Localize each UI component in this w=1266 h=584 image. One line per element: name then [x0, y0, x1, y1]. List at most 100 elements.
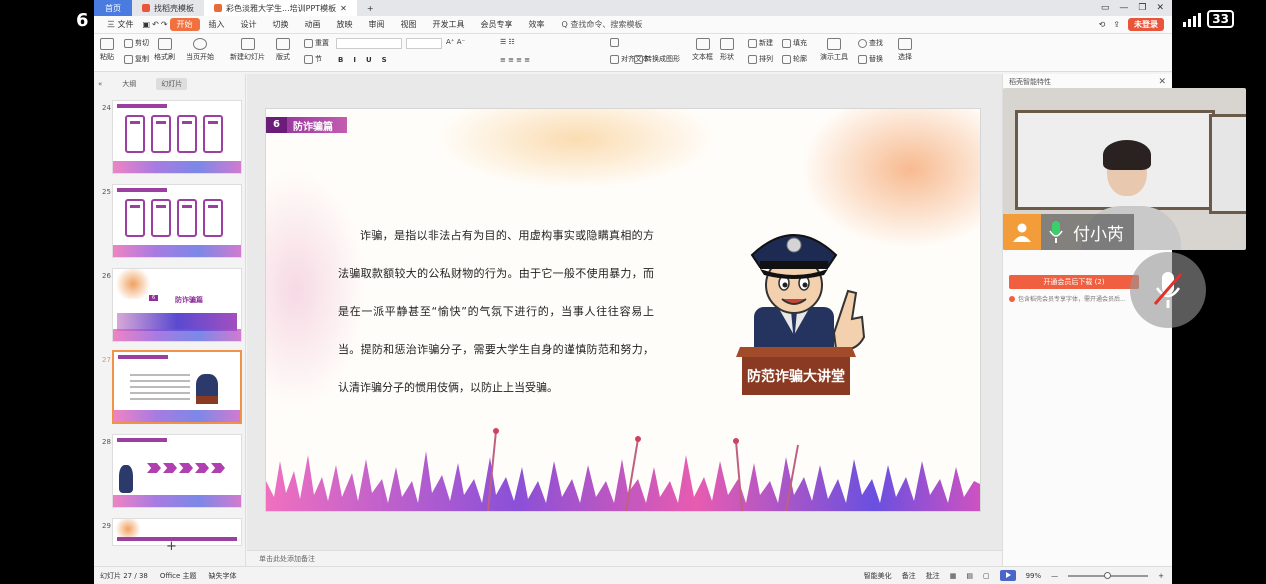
- text-direction-button[interactable]: [610, 38, 619, 47]
- missing-font-button[interactable]: 缺失字体: [209, 571, 237, 581]
- font-size-field[interactable]: [406, 38, 442, 49]
- font-grow-icon[interactable]: A⁺ A⁻: [446, 38, 465, 46]
- comments-toggle[interactable]: 批注: [926, 571, 940, 581]
- section-button[interactable]: 节: [304, 54, 322, 64]
- slide-number: 29: [102, 522, 111, 530]
- menu-home[interactable]: 开始: [169, 18, 200, 31]
- slide-canvas[interactable]: 6 防诈骗篇 诈骗，是指以非法占有为目的、用虚构事实或隐瞒真相的方法骗取款额较大…: [265, 108, 981, 512]
- outline-button[interactable]: 轮廓: [782, 54, 807, 64]
- menu-file[interactable]: 三 文件: [100, 18, 141, 31]
- login-button[interactable]: 未登录: [1128, 18, 1164, 31]
- zoom-slider[interactable]: [1068, 571, 1149, 579]
- mute-microphone-button[interactable]: [1130, 252, 1206, 328]
- smart-beautify-button[interactable]: 智能美化: [864, 571, 892, 581]
- zoom-slider-thumb[interactable]: [1104, 571, 1112, 579]
- new-icon: [748, 38, 757, 48]
- slide-thumbnail-26[interactable]: 6 防诈骗篇: [112, 268, 242, 342]
- font-size-input[interactable]: [406, 38, 442, 49]
- font-name-input[interactable]: [336, 38, 402, 49]
- undo-icon[interactable]: ↶: [152, 20, 159, 29]
- panel-close-icon[interactable]: ✕: [1158, 77, 1166, 87]
- slideshow-play-icon[interactable]: [999, 570, 1016, 581]
- slide-thumbnail-27[interactable]: [112, 350, 242, 424]
- select-button[interactable]: 选择: [898, 38, 912, 62]
- tab-slides[interactable]: 幻灯片: [156, 78, 188, 90]
- layout-icon[interactable]: ▭: [1101, 3, 1110, 13]
- sorter-view-icon[interactable]: ▤: [966, 572, 973, 580]
- notes-bar[interactable]: 单击此处添加备注: [247, 550, 1002, 566]
- save-icon[interactable]: ▣: [143, 20, 151, 29]
- minimize-icon[interactable]: —: [1119, 3, 1128, 13]
- maximize-icon[interactable]: ❐: [1138, 3, 1146, 13]
- menu-efficiency[interactable]: 效率: [522, 18, 552, 31]
- play-current-button[interactable]: 当页开始: [186, 38, 214, 62]
- zoom-in-icon[interactable]: +: [1158, 572, 1164, 580]
- share-icon[interactable]: ⇪: [1113, 20, 1120, 29]
- cut-button[interactable]: 剪切: [124, 38, 149, 48]
- replace-button[interactable]: 替换: [858, 54, 883, 64]
- thumb-card: [125, 199, 145, 237]
- slide-thumbnail-24[interactable]: [112, 100, 242, 174]
- slide-thumbnail-28[interactable]: [112, 434, 242, 508]
- presenter-icon: [827, 38, 841, 50]
- presenter-button[interactable]: 演示工具: [820, 38, 848, 62]
- new-slide-button[interactable]: 新建幻灯片: [230, 38, 265, 62]
- menu-transition[interactable]: 切换: [266, 18, 296, 31]
- select-label: 选择: [898, 53, 912, 61]
- tab-home[interactable]: 首页: [94, 0, 132, 16]
- tab-document[interactable]: 彩色淡雅大学生...培训PPT模板 ✕: [204, 0, 357, 16]
- copy-button[interactable]: 复制: [124, 54, 149, 64]
- grass-decoration: [266, 428, 980, 511]
- redo-icon[interactable]: ↷: [161, 20, 168, 29]
- menu-view[interactable]: 视图: [394, 18, 424, 31]
- status-right: 智能美化 备注 批注 ▦ ▤ ▢ 99% — +: [864, 570, 1172, 581]
- command-search[interactable]: Q 查找命令、搜索模板: [562, 19, 643, 30]
- slide-body-text[interactable]: 诈骗，是指以非法占有为目的、用虚构事实或隐瞒真相的方法骗取款额较大的公私财物的行…: [338, 217, 654, 407]
- text-format-row[interactable]: BIUS: [338, 56, 397, 64]
- window-close-icon[interactable]: ✕: [1156, 3, 1164, 13]
- reading-view-icon[interactable]: ▢: [983, 572, 990, 580]
- arrange-button[interactable]: 排列: [748, 54, 773, 64]
- reset-button[interactable]: 重置: [304, 38, 329, 48]
- align-icons[interactable]: ≡ ≡ ≡ ≡: [500, 56, 530, 64]
- zoom-out-icon[interactable]: —: [1051, 572, 1058, 580]
- format-painter-button[interactable]: 格式刷: [154, 38, 175, 62]
- list-bullets-icon[interactable]: ☰ ☷: [500, 38, 515, 46]
- member-download-button[interactable]: 开通会员后下载 (2): [1009, 275, 1139, 289]
- slide-thumbnail-29[interactable]: [112, 518, 242, 546]
- find-button[interactable]: 查找: [858, 38, 883, 48]
- thumb-card: [151, 199, 171, 237]
- tab-outline[interactable]: 大纲: [122, 79, 136, 89]
- tab-template[interactable]: 找稻壳模板: [132, 0, 204, 16]
- menu-developer[interactable]: 开发工具: [426, 18, 472, 31]
- add-slide-button[interactable]: +: [166, 539, 177, 554]
- shape-button[interactable]: 形状: [720, 38, 734, 62]
- paste-icon: [100, 38, 114, 50]
- text-box-button[interactable]: 文本框: [692, 38, 713, 62]
- layout-button[interactable]: 版式: [276, 38, 290, 62]
- menu-member[interactable]: 会员专享: [474, 18, 520, 31]
- slide-thumbnail-25[interactable]: [112, 184, 242, 258]
- notes-toggle[interactable]: 备注: [902, 571, 916, 581]
- copy-label: 复制: [135, 55, 149, 63]
- new-tab-button[interactable]: +: [357, 0, 384, 16]
- close-icon[interactable]: ✕: [340, 4, 347, 13]
- zoom-level[interactable]: 99%: [1026, 572, 1042, 580]
- thumb-podium: [196, 396, 218, 404]
- new-button[interactable]: 新建: [748, 38, 773, 48]
- menu-design[interactable]: 设计: [234, 18, 264, 31]
- menu-insert[interactable]: 插入: [202, 18, 232, 31]
- menu-review[interactable]: 审阅: [362, 18, 392, 31]
- thumb-header: [117, 188, 167, 192]
- smartart-button[interactable]: 转换成图形: [634, 54, 680, 64]
- paste-button[interactable]: 粘贴: [100, 38, 114, 62]
- menu-slideshow[interactable]: 放映: [330, 18, 360, 31]
- thumb-card: [125, 115, 145, 153]
- menu-animation[interactable]: 动画: [298, 18, 328, 31]
- sync-icon[interactable]: ⟲: [1099, 20, 1106, 29]
- play-icon: [193, 38, 207, 50]
- fill-button[interactable]: 填充: [782, 38, 807, 48]
- collapse-icon[interactable]: «: [98, 80, 102, 88]
- font-name-field[interactable]: [336, 38, 402, 49]
- normal-view-icon[interactable]: ▦: [950, 572, 957, 580]
